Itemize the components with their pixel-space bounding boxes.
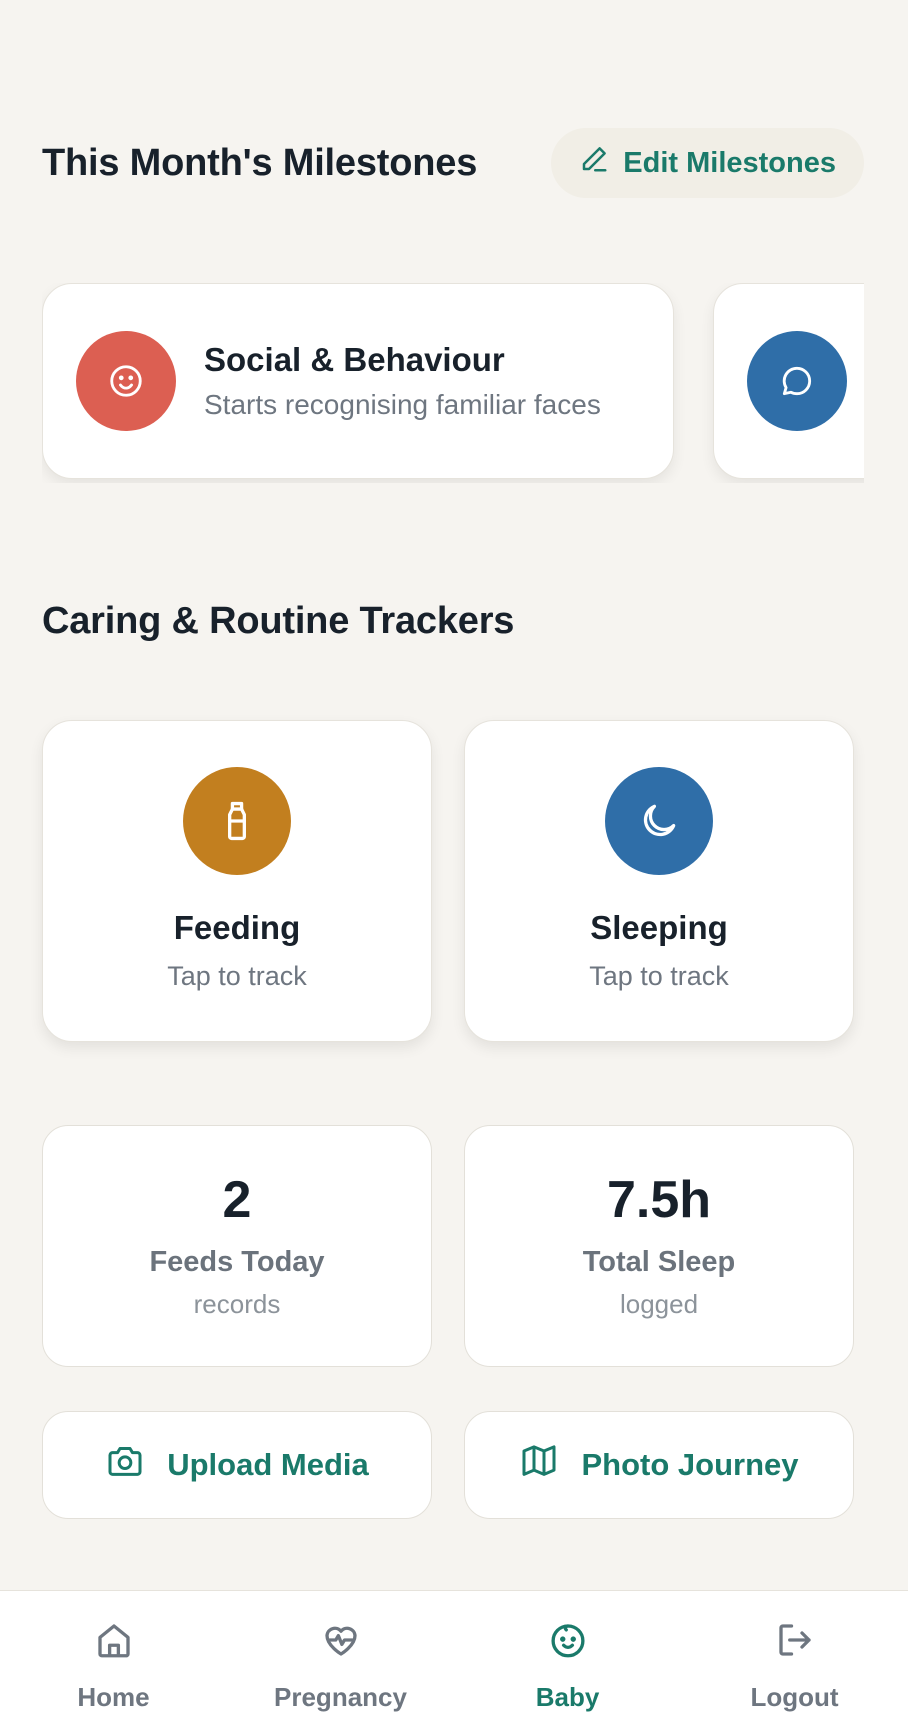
chat-bubble-icon [747,331,847,431]
photo-journey-label: Photo Journey [581,1447,799,1482]
milestones-header: This Month's Milestones Edit Milestones [42,128,864,198]
feeding-subtitle: Tap to track [167,961,307,991]
pencil-icon [579,144,609,182]
milestones-carousel[interactable]: Social & Behaviour Starts recognising fa… [42,283,864,483]
feeds-today-unit: records [193,1289,281,1319]
total-sleep-unit: logged [619,1289,699,1319]
feeds-today-value: 2 [222,1171,252,1229]
feeds-today-card: 2 Feeds Today records [42,1125,432,1367]
nav-item-logout[interactable]: Logout [681,1591,908,1731]
upload-media-button[interactable]: Upload Media [42,1411,432,1519]
home-icon [93,1619,135,1682]
sleeping-subtitle: Tap to track [589,961,729,991]
bottom-nav: Home Pregnancy Baby Logout [0,1590,908,1731]
edit-milestones-label: Edit Milestones [623,146,836,179]
heart-pulse-icon [320,1619,362,1682]
nav-item-baby[interactable]: Baby [454,1591,681,1731]
milestones-title: This Month's Milestones [42,141,478,184]
bottle-icon [183,767,291,875]
baby-screen: This Month's Milestones Edit Milestones [0,0,908,1590]
camera-icon [105,1441,145,1489]
map-icon [519,1441,559,1489]
feeding-tracker-card[interactable]: Feeding Tap to track [42,720,432,1042]
nav-label-baby: Baby [535,1682,600,1712]
smile-icon [76,331,176,431]
trackers-title: Caring & Routine Trackers [42,600,515,642]
logout-icon [774,1619,816,1682]
milestone-card-communication[interactable] [713,283,864,479]
baby-face-icon [547,1619,589,1682]
total-sleep-value: 7.5h [606,1171,712,1229]
milestone-description: Starts recognising familiar faces [204,389,601,420]
photo-journey-button[interactable]: Photo Journey [464,1411,854,1519]
total-sleep-label: Total Sleep [582,1246,736,1278]
moon-icon [605,767,713,875]
sleeping-tracker-card[interactable]: Sleeping Tap to track [464,720,854,1042]
nav-label-pregnancy: Pregnancy [274,1682,407,1712]
nav-label-logout: Logout [750,1682,839,1712]
upload-media-label: Upload Media [167,1447,369,1482]
sleeping-title: Sleeping [590,909,728,946]
milestone-card-social[interactable]: Social & Behaviour Starts recognising fa… [42,283,674,479]
nav-item-home[interactable]: Home [0,1591,227,1731]
feeds-today-label: Feeds Today [149,1246,325,1278]
milestone-title: Social & Behaviour [204,341,505,378]
edit-milestones-button[interactable]: Edit Milestones [551,128,864,198]
nav-item-pregnancy[interactable]: Pregnancy [227,1591,454,1731]
feeding-title: Feeding [173,909,301,946]
total-sleep-card: 7.5h Total Sleep logged [464,1125,854,1367]
trackers-header: Caring & Routine Trackers [42,600,864,643]
nav-label-home: Home [77,1682,150,1712]
